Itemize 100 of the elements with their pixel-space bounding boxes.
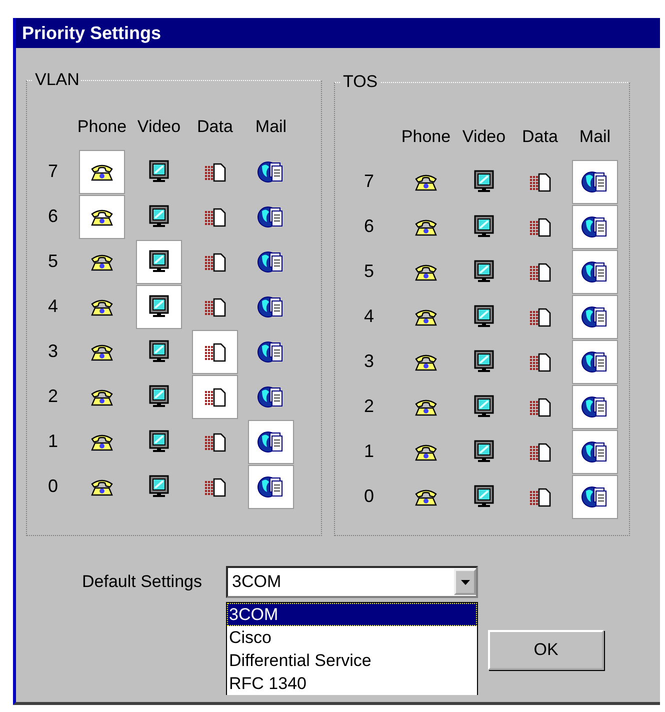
priority-label: 1 [48, 431, 58, 452]
priority-option[interactable] [192, 374, 238, 418]
globe-documents-icon [581, 348, 609, 374]
globe-documents-icon [257, 158, 285, 184]
globe-documents-icon [257, 204, 285, 230]
priority-option[interactable] [248, 464, 294, 508]
priority-label: 5 [364, 261, 374, 282]
data-page-icon [203, 296, 227, 316]
priority-label: 0 [48, 476, 58, 497]
column-header: Mail [579, 126, 611, 146]
monitor-icon [473, 440, 495, 464]
priority-option[interactable] [136, 240, 182, 284]
data-page-icon [528, 486, 552, 506]
data-page-icon [203, 162, 227, 182]
column-header: Mail [255, 116, 287, 136]
monitor-icon [473, 214, 495, 238]
priority-option[interactable] [572, 474, 618, 518]
ok-button[interactable]: OK [488, 630, 604, 670]
globe-documents-icon [581, 168, 609, 194]
data-page-icon [203, 386, 227, 406]
monitor-icon [473, 304, 495, 328]
data-page-icon [203, 206, 227, 226]
priority-label: 4 [364, 306, 374, 327]
priority-label: 6 [364, 216, 374, 237]
priority-option[interactable] [572, 294, 618, 338]
priority-label: 1 [364, 441, 374, 462]
priority-option[interactable] [248, 420, 294, 464]
caret-icon [460, 580, 470, 584]
monitor-icon [148, 294, 170, 318]
monitor-icon [473, 484, 495, 508]
priority-label: 4 [48, 296, 58, 317]
monitor-icon [148, 474, 170, 498]
monitor-icon [148, 250, 170, 274]
column-header: Video [462, 126, 506, 146]
data-page-icon [528, 172, 552, 192]
default-settings-dropdown[interactable]: 3COM [226, 566, 478, 598]
group-title: TOS [342, 72, 379, 92]
data-page-icon [203, 476, 227, 496]
data-page-icon [528, 262, 552, 282]
monitor-icon [473, 350, 495, 374]
monitor-icon [473, 170, 495, 194]
globe-documents-icon [581, 484, 609, 510]
window-title: Priority Settings [22, 22, 162, 44]
priority-label: 7 [48, 161, 58, 182]
group-title: VLAN [34, 70, 80, 90]
priority-option[interactable] [572, 340, 618, 384]
priority-option[interactable] [79, 194, 125, 238]
priority-option[interactable] [79, 150, 125, 194]
dropdown-option[interactable]: Cisco [227, 626, 477, 649]
priority-option[interactable] [572, 384, 618, 428]
monitor-icon [148, 160, 170, 184]
dropdown-option[interactable]: 3COM [227, 603, 477, 626]
globe-documents-icon [581, 304, 609, 330]
priority-label: 5 [48, 251, 58, 272]
priority-option[interactable] [572, 160, 618, 204]
monitor-icon [148, 430, 170, 454]
priority-label: 3 [364, 351, 374, 372]
monitor-icon [148, 340, 170, 364]
priority-label: 7 [364, 171, 374, 192]
globe-documents-icon [257, 294, 285, 320]
globe-documents-icon [581, 214, 609, 240]
data-page-icon [528, 396, 552, 416]
column-header: Data [522, 126, 558, 146]
column-header: Data [197, 116, 233, 136]
globe-documents-icon [581, 258, 609, 284]
dropdown-option[interactable]: Differential Service [227, 649, 477, 672]
column-header: Phone [77, 116, 127, 136]
priority-option[interactable] [572, 250, 618, 294]
default-settings-label: Default Settings [82, 572, 202, 592]
dropdown-arrow-button[interactable] [454, 569, 476, 595]
priority-option[interactable] [192, 330, 238, 374]
data-page-icon [203, 432, 227, 452]
monitor-icon [473, 260, 495, 284]
priority-label: 2 [48, 386, 58, 407]
column-header: Phone [401, 126, 451, 146]
column-header: Video [137, 116, 181, 136]
globe-documents-icon [257, 384, 285, 410]
monitor-icon [148, 384, 170, 408]
data-page-icon [528, 306, 552, 326]
globe-documents-icon [257, 248, 285, 274]
monitor-icon [473, 394, 495, 418]
globe-documents-icon [257, 474, 285, 500]
priority-option[interactable] [572, 430, 618, 474]
priority-label: 6 [48, 206, 58, 227]
data-page-icon [528, 352, 552, 372]
priority-label: 2 [364, 396, 374, 417]
monitor-icon [148, 204, 170, 228]
priority-label: 3 [48, 341, 58, 362]
data-page-icon [203, 342, 227, 362]
priority-option[interactable] [572, 204, 618, 248]
data-page-icon [528, 442, 552, 462]
globe-documents-icon [581, 438, 609, 464]
priority-option[interactable] [136, 284, 182, 328]
dropdown-option[interactable]: RFC 1340 [227, 672, 477, 695]
globe-documents-icon [257, 338, 285, 364]
data-page-icon [203, 252, 227, 272]
globe-documents-icon [257, 428, 285, 454]
data-page-icon [528, 216, 552, 236]
globe-documents-icon [581, 394, 609, 420]
priority-label: 0 [364, 486, 374, 507]
